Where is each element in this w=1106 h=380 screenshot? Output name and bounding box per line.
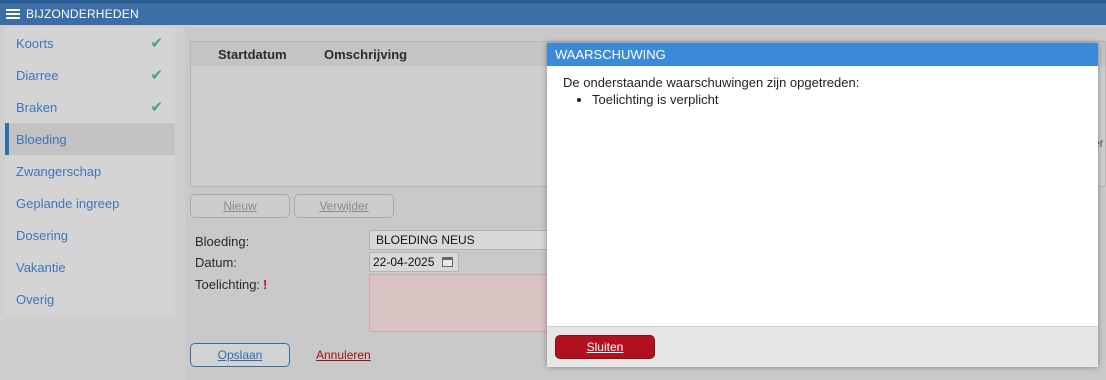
new-button-label: Nieuw [223, 199, 257, 213]
warning-item: Toelichting is verplicht [592, 92, 1098, 108]
sidebar: Koorts ✔ Diarree ✔ Braken ✔ Bloeding Zwange… [5, 27, 175, 315]
sidebar-item-zwangerschap[interactable]: Zwangerschap [5, 155, 175, 187]
bloeding-select[interactable]: BLOEDING NEUS [369, 230, 554, 250]
sidebar-item-vakantie[interactable]: Vakantie [5, 251, 175, 283]
sidebar-item-label: Vakantie [16, 259, 66, 275]
datum-label: Datum: [195, 255, 237, 270]
column-header-startdatum[interactable]: Startdatum [191, 47, 324, 62]
sidebar-item-label: Koorts [16, 35, 54, 51]
sidebar-item-bloeding[interactable]: Bloeding [5, 123, 175, 155]
sidebar-item-label: Braken [16, 99, 58, 115]
warning-dialog: WAARSCHUWING De onderstaande waarschuwin… [547, 43, 1098, 367]
dialog-body: De onderstaande waarschuwingen zijn opge… [547, 66, 1098, 326]
close-button[interactable]: Sluiten [555, 335, 655, 359]
page-title: BIJZONDERHEDEN [26, 7, 139, 21]
calendar-icon[interactable] [442, 257, 453, 267]
list-icon [6, 8, 20, 20]
save-button[interactable]: Opslaan [190, 343, 290, 367]
cancel-link[interactable]: Annuleren [316, 348, 371, 362]
close-button-label: Sluiten [586, 340, 624, 354]
toelichting-label: Toelichting:! [195, 277, 267, 292]
datum-field[interactable]: 22-04-2025 [369, 252, 459, 272]
datum-value: 22-04-2025 [373, 255, 435, 269]
sidebar-item-overig[interactable]: Overig [5, 283, 175, 315]
check-icon: ✔ [150, 67, 163, 84]
bloeding-label: Bloeding: [195, 234, 250, 249]
dialog-footer: Sluiten [547, 326, 1098, 367]
delete-button-label: Verwijder [319, 199, 369, 213]
check-icon: ✔ [150, 99, 163, 116]
save-button-label: Opslaan [217, 348, 263, 362]
delete-button[interactable]: Verwijder [294, 194, 394, 218]
sidebar-item-koorts[interactable]: Koorts ✔ [5, 27, 175, 59]
dialog-message: De onderstaande waarschuwingen zijn opge… [563, 75, 860, 90]
warning-list: Toelichting is verplicht [592, 92, 1098, 108]
toelichting-textarea[interactable] [369, 274, 554, 332]
sidebar-item-label: Bloeding [16, 131, 67, 147]
sidebar-item-label: Zwangerschap [16, 163, 102, 179]
sidebar-item-braken[interactable]: Braken ✔ [5, 91, 175, 123]
sidebar-item-dosering[interactable]: Dosering [5, 219, 175, 251]
dialog-title: WAARSCHUWING [547, 43, 1098, 66]
sidebar-item-label: Overig [16, 291, 55, 307]
required-marker: ! [263, 277, 268, 292]
bloeding-value: BLOEDING NEUS [376, 233, 475, 247]
sidebar-item-label: Geplande ingreep [16, 195, 120, 211]
sidebar-item-label: Dosering [16, 227, 69, 243]
check-icon: ✔ [150, 35, 163, 52]
toelichting-label-text: Toelichting: [195, 277, 261, 292]
column-header-omschrijving[interactable]: Omschrijving [324, 47, 524, 62]
sidebar-item-diarree[interactable]: Diarree ✔ [5, 59, 175, 91]
new-button[interactable]: Nieuw [190, 194, 290, 218]
sidebar-item-label: Diarree [16, 67, 59, 83]
title-bar: BIJZONDERHEDEN [0, 0, 1106, 25]
sidebar-item-geplande-ingreep[interactable]: Geplande ingreep [5, 187, 175, 219]
